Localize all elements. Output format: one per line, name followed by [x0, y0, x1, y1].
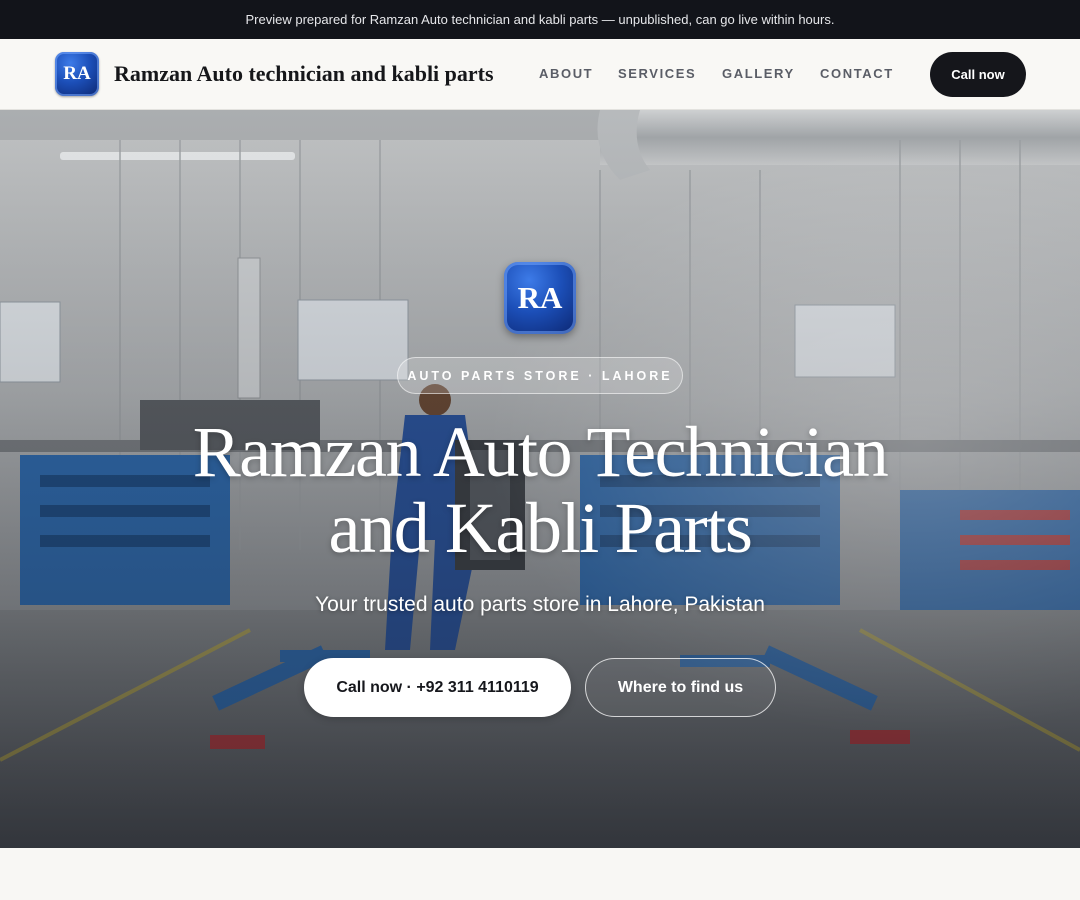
hero-logo-icon: RA — [504, 262, 576, 334]
preview-banner-text: Preview prepared for Ramzan Auto technic… — [245, 12, 835, 27]
brand-logo-icon[interactable]: RA — [55, 52, 99, 96]
nav-link-contact[interactable]: CONTACT — [820, 65, 894, 83]
hero-title: Ramzan Auto Technician and Kabli Parts — [140, 414, 940, 566]
brand-name[interactable]: Ramzan Auto technician and kabli parts — [114, 60, 494, 88]
header-call-button[interactable]: Call now — [930, 52, 1026, 97]
site-header: RA Ramzan Auto technician and kabli part… — [0, 39, 1080, 110]
hero-title-line-1: Ramzan Auto Technician — [192, 412, 889, 492]
hero-title-line-2: and Kabli Parts — [328, 488, 753, 568]
hero-find-us-button[interactable]: Where to find us — [585, 658, 776, 717]
next-section — [0, 848, 1080, 900]
hero-subtitle: Your trusted auto parts store in Lahore,… — [315, 593, 765, 616]
hero-call-button[interactable]: Call now · +92 311 4110119 — [304, 658, 571, 717]
hero-section: RA AUTO PARTS STORE · LAHORE Ramzan Auto… — [0, 110, 1080, 848]
nav-link-gallery[interactable]: GALLERY — [722, 65, 795, 83]
hero-logo-initials: RA — [517, 280, 563, 315]
nav-link-services[interactable]: SERVICES — [618, 65, 696, 83]
preview-banner: Preview prepared for Ramzan Auto technic… — [0, 0, 1080, 39]
nav-link-about[interactable]: ABOUT — [539, 65, 593, 83]
hero-eyebrow-badge: AUTO PARTS STORE · LAHORE — [397, 357, 683, 394]
brand-logo-initials: RA — [63, 63, 91, 84]
